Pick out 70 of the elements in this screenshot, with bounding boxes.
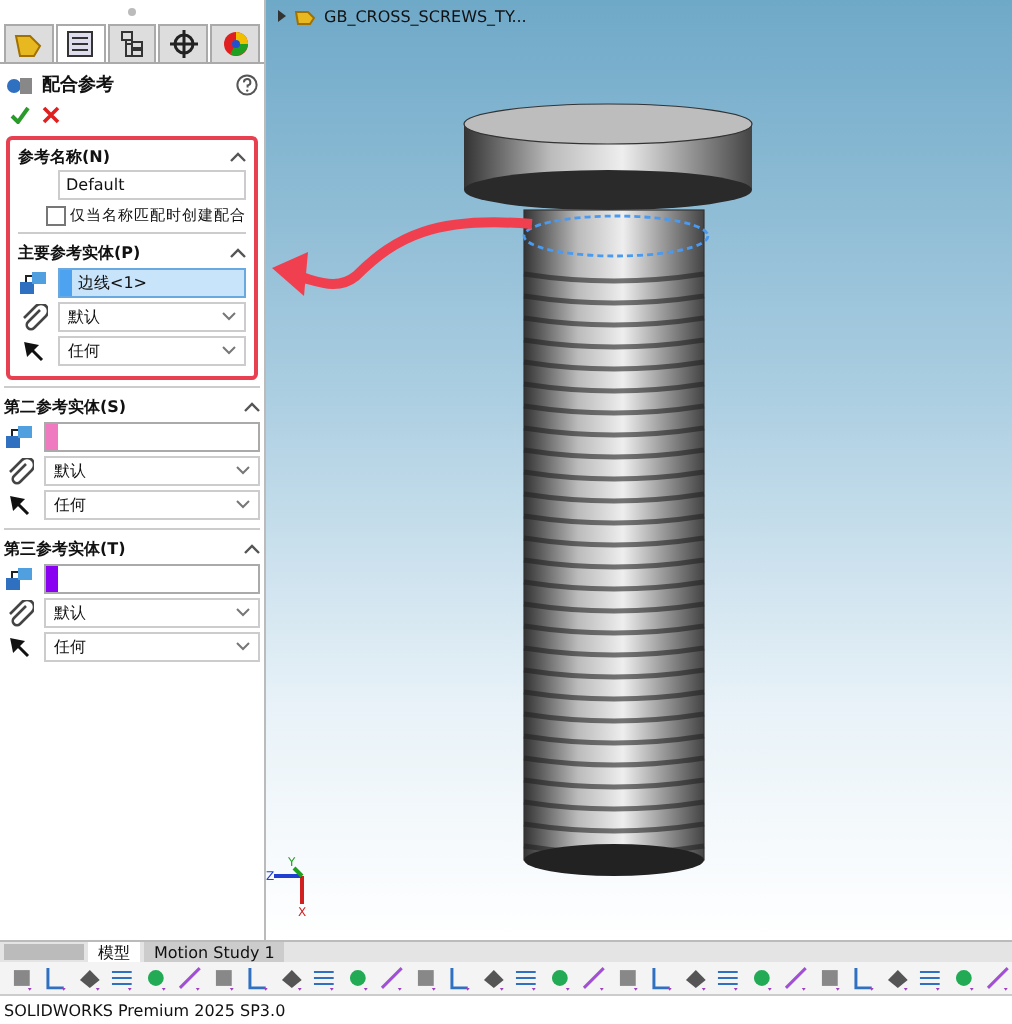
close-icon[interactable] — [42, 106, 60, 124]
name-field[interactable]: Default — [58, 170, 246, 200]
arrow-icon — [8, 493, 32, 517]
paperclip-icon — [6, 457, 34, 485]
toolbar-icon[interactable] — [378, 964, 406, 992]
section-title: 第二参考实体(S) — [4, 396, 127, 418]
toolbar-icon[interactable] — [883, 964, 911, 992]
part-icon — [294, 6, 316, 26]
collapse-icon[interactable] — [230, 152, 246, 162]
alignment-dropdown[interactable]: 默认 — [44, 456, 260, 486]
section-title: 参考名称(N) — [18, 146, 111, 168]
panel-title: 配合参考 — [42, 72, 116, 98]
entity-icon — [18, 269, 50, 297]
toolbar-icon[interactable] — [782, 964, 810, 992]
toolbar-icon[interactable] — [445, 964, 474, 992]
constraint-dropdown[interactable]: 任何 — [44, 632, 260, 662]
toolbar-icon[interactable] — [243, 964, 272, 992]
list-icon — [66, 30, 95, 58]
feature-tree-icon — [12, 30, 45, 58]
paperclip-icon — [6, 599, 34, 627]
toolbar-icon[interactable] — [849, 964, 878, 992]
grip-handle[interactable] — [128, 8, 136, 16]
entity-icon — [4, 565, 36, 593]
alignment-dropdown[interactable]: 默认 — [44, 598, 260, 628]
constraint-dropdown[interactable]: 任何 — [58, 336, 246, 366]
paperclip-icon — [20, 303, 48, 331]
chevron-down-icon — [222, 346, 236, 356]
toolbar-icon[interactable] — [8, 964, 36, 992]
chevron-down-icon — [236, 466, 250, 476]
chevron-down-icon — [236, 500, 250, 510]
entity-field[interactable] — [44, 564, 260, 594]
status-text: SOLIDWORKS Premium 2025 SP3.0 — [4, 1001, 286, 1019]
configuration-icon — [117, 30, 146, 58]
alignment-dropdown[interactable]: 默认 — [58, 302, 246, 332]
part-name[interactable]: GB_CROSS_SCREWS_TY... — [324, 7, 527, 25]
toolbar-icon[interactable] — [681, 964, 709, 992]
toolbar-icon[interactable] — [479, 964, 507, 992]
panel-tab[interactable] — [55, 24, 106, 62]
collapse-icon[interactable] — [244, 544, 260, 554]
toolbar-icon[interactable] — [647, 964, 676, 992]
entity-field[interactable]: 边线<1> — [58, 268, 246, 298]
bottom-tab[interactable]: 模型 — [88, 942, 140, 962]
toolbar-icon[interactable] — [75, 964, 103, 992]
help-icon[interactable] — [236, 74, 258, 96]
toolbar-icon[interactable] — [176, 964, 204, 992]
chevron-down-icon — [236, 642, 250, 652]
expand-icon[interactable] — [278, 10, 286, 22]
constraint-dropdown[interactable]: 任何 — [44, 490, 260, 520]
checkbox[interactable] — [46, 206, 66, 226]
arrow-icon — [8, 635, 32, 659]
bottom-tab[interactable]: Motion Study 1 — [144, 942, 285, 962]
color-wheel-icon — [221, 30, 250, 58]
arrow-icon — [22, 339, 46, 363]
collapse-icon[interactable] — [230, 248, 246, 258]
panel-tab[interactable] — [158, 24, 209, 62]
collapse-icon[interactable] — [244, 402, 260, 412]
toolbar-icon[interactable] — [41, 964, 70, 992]
chevron-down-icon — [236, 608, 250, 618]
chevron-down-icon — [222, 312, 236, 322]
panel-tab[interactable] — [107, 24, 157, 62]
crosshair-icon — [169, 30, 198, 58]
toolbar-icon[interactable] — [277, 964, 305, 992]
entity-field[interactable] — [44, 422, 260, 452]
entity-icon — [4, 423, 36, 451]
mate-reference-icon — [6, 73, 34, 97]
toolbar-icon[interactable] — [580, 964, 608, 992]
section-title: 第三参考实体(T) — [4, 538, 126, 560]
section-title: 主要参考实体(P) — [18, 242, 141, 264]
toolbar-icon[interactable] — [984, 964, 1012, 992]
ok-icon[interactable] — [10, 106, 30, 124]
